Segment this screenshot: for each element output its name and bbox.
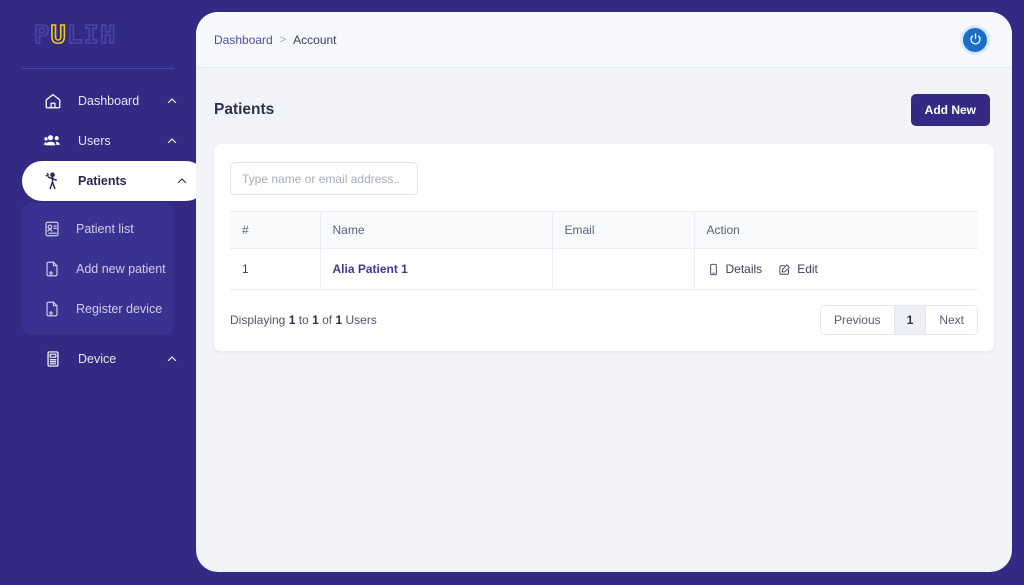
chevron-up-icon[interactable] bbox=[174, 173, 190, 189]
logo-highlight-u: U bbox=[50, 19, 68, 50]
users-icon bbox=[42, 130, 64, 152]
sidebar-item-label: Device bbox=[78, 352, 117, 366]
power-icon bbox=[963, 27, 987, 52]
topbar: Dashboard > Account bbox=[196, 12, 1012, 68]
power-button[interactable] bbox=[960, 24, 990, 55]
brand-logo[interactable]: P U LIH bbox=[0, 0, 196, 68]
column-header-number: # bbox=[230, 211, 321, 249]
details-label: Details bbox=[725, 262, 763, 276]
sidebar-item-dashboard[interactable]: Dashboard bbox=[22, 81, 196, 121]
patient-list-icon bbox=[42, 219, 62, 239]
pagination-next[interactable]: Next bbox=[926, 306, 977, 334]
patients-table: # Name Email Action 1 Alia Patient 1 Det… bbox=[230, 211, 978, 290]
displaying-prefix: Displaying bbox=[230, 313, 289, 327]
sidebar-subitem-label: Add new patient bbox=[76, 262, 166, 276]
sidebar: P U LIH Dashboard Users Patients Patient… bbox=[0, 0, 206, 585]
sidebar-item-label: Patients bbox=[78, 174, 127, 188]
logo-part-post: LIH bbox=[66, 19, 117, 50]
table-footer: Displaying 1 to 1 of 1 Users Previous 1 … bbox=[230, 290, 978, 335]
pagination-previous[interactable]: Previous bbox=[820, 306, 895, 334]
pagination-page-1[interactable]: 1 bbox=[894, 306, 927, 334]
edit-label: Edit bbox=[797, 262, 818, 276]
sidebar-subitem-patient-list[interactable]: Patient list bbox=[22, 209, 174, 249]
sidebar-item-label: Dashboard bbox=[78, 94, 140, 108]
table-head: # Name Email Action bbox=[230, 211, 978, 249]
chevron-up-icon[interactable] bbox=[164, 133, 180, 149]
cell-number: 1 bbox=[230, 248, 321, 290]
sidebar-divider bbox=[22, 68, 174, 69]
cell-email bbox=[552, 248, 695, 290]
sidebar-item-users[interactable]: Users bbox=[22, 121, 196, 161]
breadcrumb-dashboard[interactable]: Dashboard bbox=[214, 33, 273, 47]
details-button[interactable]: Details bbox=[707, 262, 763, 276]
breadcrumb-account[interactable]: Account bbox=[293, 33, 336, 47]
chevron-up-icon[interactable] bbox=[164, 351, 180, 367]
sidebar-item-patients[interactable]: Patients bbox=[22, 161, 206, 201]
column-header-action: Action bbox=[694, 211, 978, 249]
patient-icon bbox=[42, 170, 64, 192]
chevron-up-icon[interactable] bbox=[164, 93, 180, 109]
column-header-email: Email bbox=[552, 211, 695, 249]
table-header-row: # Name Email Action bbox=[230, 211, 978, 249]
page-title: Patients bbox=[214, 101, 275, 118]
displaying-summary: Displaying 1 to 1 of 1 Users bbox=[230, 313, 377, 327]
sidebar-subitem-register-device[interactable]: Register device bbox=[22, 289, 174, 329]
patient-name-link[interactable]: Alia Patient 1 bbox=[333, 262, 408, 276]
logo-part-pre: P bbox=[33, 19, 51, 50]
sidebar-item-label: Users bbox=[78, 134, 111, 148]
edit-square-icon bbox=[778, 263, 791, 276]
main-panel: Dashboard > Account Patients Add New # N… bbox=[196, 12, 1012, 572]
table-body: 1 Alia Patient 1 Details Edit bbox=[230, 248, 978, 290]
displaying-to-sep: to bbox=[295, 313, 313, 327]
sidebar-submenu-patients: Patient list Add new patient Register de… bbox=[22, 203, 174, 335]
mobile-device-icon bbox=[707, 263, 720, 276]
sidebar-subitem-label: Patient list bbox=[76, 222, 134, 236]
page-header: Patients Add New bbox=[196, 68, 1012, 126]
displaying-to: 1 bbox=[312, 313, 319, 327]
brand-logo-text: P U LIH bbox=[33, 19, 117, 50]
device-icon bbox=[42, 348, 64, 370]
table-row: 1 Alia Patient 1 Details Edit bbox=[230, 248, 978, 290]
pagination: Previous 1 Next bbox=[819, 305, 978, 335]
action-group: Details Edit bbox=[707, 262, 967, 276]
search-input[interactable] bbox=[230, 162, 418, 195]
displaying-suffix: Users bbox=[342, 313, 377, 327]
cell-name: Alia Patient 1 bbox=[320, 248, 553, 290]
sidebar-subitem-add-new-patient[interactable]: Add new patient bbox=[22, 249, 174, 289]
patients-card: # Name Email Action 1 Alia Patient 1 bbox=[214, 144, 994, 351]
sidebar-subitem-label: Register device bbox=[76, 302, 163, 316]
file-plus-icon bbox=[42, 259, 62, 279]
home-icon bbox=[42, 90, 64, 112]
edit-button[interactable]: Edit bbox=[778, 262, 818, 276]
column-header-name: Name bbox=[320, 211, 553, 249]
file-plus-icon bbox=[42, 299, 62, 319]
breadcrumb-separator: > bbox=[279, 33, 287, 46]
cell-action: Details Edit bbox=[694, 248, 978, 290]
breadcrumb: Dashboard > Account bbox=[214, 33, 337, 47]
add-new-button[interactable]: Add New bbox=[910, 94, 990, 126]
displaying-of-sep: of bbox=[318, 313, 336, 327]
sidebar-item-device[interactable]: Device bbox=[22, 339, 196, 379]
